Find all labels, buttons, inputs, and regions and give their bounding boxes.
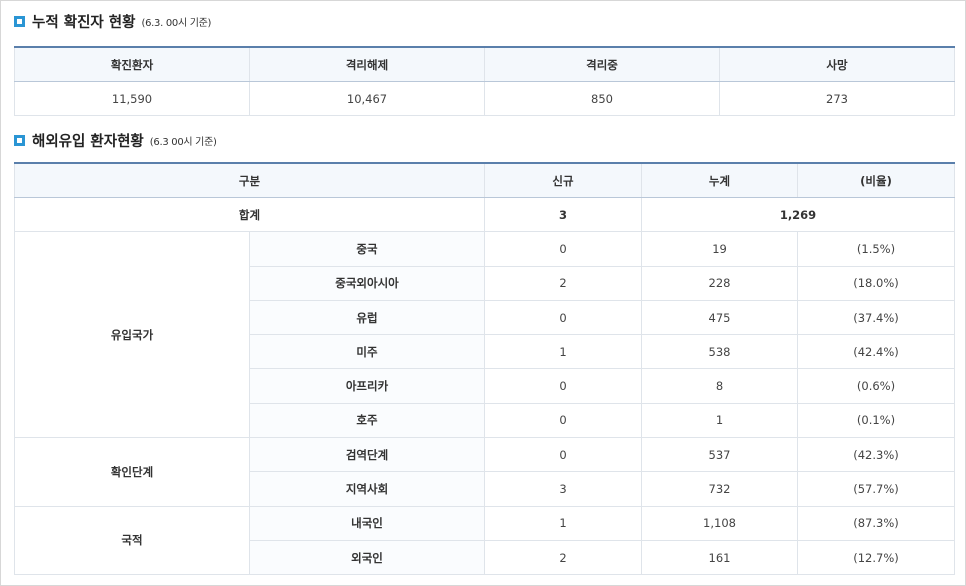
row-new: 0 <box>484 368 643 404</box>
group-label-nationality: 국적 <box>14 505 250 576</box>
group-label-stage: 확인단계 <box>14 437 250 507</box>
group-label-origin: 유입국가 <box>14 231 250 439</box>
row-new: 3 <box>484 471 643 507</box>
row-label: 미주 <box>248 334 486 370</box>
table-row: 11,590 10,467 850 273 <box>14 81 955 116</box>
row-new: 1 <box>484 334 643 370</box>
value-isolated: 850 <box>484 81 720 116</box>
row-label: 중국 <box>248 231 486 267</box>
content-panel: 누적 확진자 현황 (6.3. 00시 기준) 확진환자 격리해제 격리중 사망… <box>0 0 966 586</box>
row-ratio: (12.7%) <box>797 539 956 576</box>
row-ratio: (57.7%) <box>797 471 956 507</box>
value-confirmed: 11,590 <box>14 81 250 116</box>
section-subtitle: (6.3. 00시 기준) <box>141 18 212 29</box>
header-category: 구분 <box>13 162 486 198</box>
header-cumulative: 누계 <box>641 162 799 198</box>
row-ratio: (37.4%) <box>797 299 956 336</box>
row-ratio: (87.3%) <box>797 505 956 541</box>
header-confirmed: 확진환자 <box>14 46 250 82</box>
row-new: 0 <box>484 231 643 267</box>
row-label: 아프리카 <box>248 368 486 404</box>
value-deaths: 273 <box>719 81 955 116</box>
row-cumulative: 1,108 <box>641 505 799 541</box>
table-row: 국적 내국인 1 1,108 (87.3%) <box>14 505 956 576</box>
square-bullet-icon <box>14 135 25 146</box>
value-released: 10,467 <box>249 81 485 116</box>
row-label: 중국외아시아 <box>248 265 486 301</box>
imported-section-title: 해외유입 환자현황 (6.3 00시 기준) <box>14 130 217 151</box>
row-new: 0 <box>484 437 643 473</box>
cumulative-section-title: 누적 확진자 현황 (6.3. 00시 기준) <box>14 11 211 32</box>
row-cumulative: 538 <box>641 334 799 370</box>
row-cumulative: 537 <box>641 437 799 473</box>
square-bullet-icon <box>14 16 25 27</box>
row-cumulative: 8 <box>641 368 799 404</box>
row-label: 지역사회 <box>248 471 486 507</box>
row-label: 호주 <box>248 402 486 439</box>
header-isolated: 격리중 <box>484 46 720 82</box>
row-new: 0 <box>484 402 643 439</box>
total-label: 합계 <box>13 196 486 233</box>
row-ratio: (0.1%) <box>797 402 956 439</box>
row-ratio: (0.6%) <box>797 368 956 404</box>
row-cumulative: 19 <box>641 231 799 267</box>
section-subtitle: (6.3 00시 기준) <box>149 137 217 148</box>
total-cumulative: 1,269 <box>641 196 956 233</box>
header-deaths: 사망 <box>719 46 955 82</box>
row-cumulative: 161 <box>641 539 799 576</box>
row-label: 유럽 <box>248 299 486 336</box>
row-new: 1 <box>484 505 643 541</box>
row-cumulative: 732 <box>641 471 799 507</box>
row-ratio: (42.3%) <box>797 437 956 473</box>
total-new: 3 <box>484 196 643 233</box>
header-ratio: (비율) <box>797 162 956 198</box>
imported-cases-table: 구분 신규 누계 (비율) 합계 3 1,269 유입국가 중국 0 19 (1… <box>13 162 956 576</box>
header-new: 신규 <box>484 162 643 198</box>
row-label: 외국인 <box>248 539 486 576</box>
section-title-text: 해외유입 환자현황 <box>32 134 144 150</box>
cumulative-cases-table: 확진환자 격리해제 격리중 사망 11,590 10,467 850 273 <box>14 46 955 116</box>
table-row: 유입국가 중국 0 19 (1.5%) <box>14 231 956 439</box>
row-new: 2 <box>484 265 643 301</box>
row-cumulative: 1 <box>641 402 799 439</box>
header-released: 격리해제 <box>249 46 485 82</box>
row-new: 2 <box>484 539 643 576</box>
table-row: 확인단계 검역단계 0 537 (42.3%) <box>14 437 956 507</box>
row-cumulative: 475 <box>641 299 799 336</box>
row-label: 검역단계 <box>248 437 486 473</box>
row-ratio: (42.4%) <box>797 334 956 370</box>
section-title-text: 누적 확진자 현황 <box>32 15 136 31</box>
row-new: 0 <box>484 299 643 336</box>
row-ratio: (18.0%) <box>797 265 956 301</box>
row-label: 내국인 <box>248 505 486 541</box>
total-row: 합계 3 1,269 <box>13 196 956 233</box>
row-ratio: (1.5%) <box>797 231 956 267</box>
row-cumulative: 228 <box>641 265 799 301</box>
